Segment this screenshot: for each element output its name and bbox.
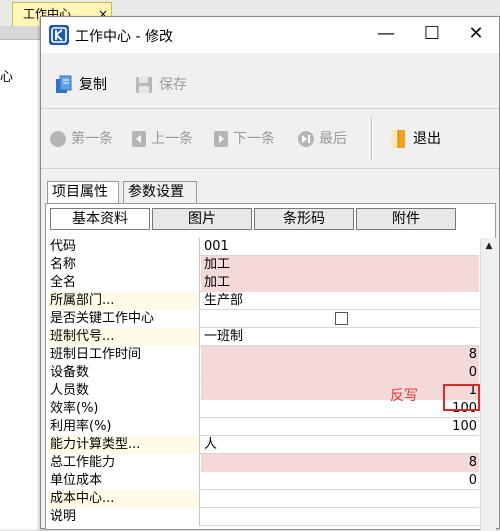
value-efficiency[interactable]: 100	[201, 400, 479, 418]
background-strip	[0, 26, 44, 40]
label-name: 名称	[48, 256, 200, 274]
window-title: 工作中心 - 修改	[75, 29, 173, 45]
subtab-picture[interactable]: 图片	[152, 208, 252, 230]
next-record-label: 下一条	[233, 131, 275, 147]
toolbar-primary: 复制 保存	[41, 53, 499, 109]
label-description: 说明	[48, 508, 200, 526]
value-shift-hours[interactable]: 8	[201, 346, 479, 364]
row-shift-hours: 班制日工作时间 8	[48, 346, 479, 364]
value-code[interactable]: 001	[201, 238, 479, 256]
save-icon	[136, 77, 152, 93]
properties-panel: 基本资料 图片 条形码 附件 代码 001 名称 加工 全名 加工 所属部门..…	[45, 203, 496, 531]
key-work-center-checkbox[interactable]	[335, 312, 348, 325]
value-equipment-count[interactable]: 0	[201, 364, 479, 382]
last-record-button[interactable]: 最后	[297, 127, 347, 151]
label-cost-center: 成本中心...	[48, 490, 200, 508]
vertical-scrollbar[interactable]: ▲	[480, 238, 496, 531]
copy-label: 复制	[79, 77, 107, 93]
label-equipment-count: 设备数	[48, 364, 200, 382]
background-panel	[0, 40, 44, 529]
row-full-name: 全名 加工	[48, 274, 479, 292]
exit-door-icon	[391, 130, 405, 148]
row-unit-cost: 单位成本 0	[48, 472, 479, 490]
value-cost-center[interactable]	[201, 490, 479, 508]
value-utilization[interactable]: 100	[201, 418, 479, 436]
label-total-capacity: 总工作能力	[48, 454, 200, 472]
row-name: 名称 加工	[48, 256, 479, 274]
tab-item-properties[interactable]: 项目属性	[47, 181, 119, 203]
app-logo-icon	[49, 25, 69, 45]
row-shift-code: 班制代号... 一班制	[48, 328, 479, 346]
last-icon	[298, 131, 314, 147]
first-record-label: 第一条	[71, 131, 113, 147]
first-record-button[interactable]: 第一条	[49, 127, 113, 151]
tab-parameter-settings[interactable]: 参数设置	[123, 181, 197, 203]
subtab-basic-info[interactable]: 基本资料	[50, 208, 150, 230]
value-staff-count[interactable]: 1	[201, 382, 479, 400]
row-capacity-type: 能力计算类型... 人	[48, 436, 479, 454]
save-label: 保存	[159, 77, 187, 93]
value-unit-cost[interactable]: 0	[201, 472, 479, 490]
subtab-barcode[interactable]: 条形码	[254, 208, 354, 230]
annotation-highlight-box	[443, 384, 480, 411]
value-shift-code[interactable]: 一班制	[201, 328, 479, 346]
toolbar-navigation: 第一条 上一条 下一条 最后 退出	[41, 109, 499, 169]
row-utilization: 利用率(%) 100	[48, 418, 479, 436]
background-side-text: 心	[0, 70, 14, 85]
save-button[interactable]: 保存	[135, 73, 187, 97]
previous-record-button[interactable]: 上一条	[131, 127, 193, 151]
label-key-work-center: 是否关键工作中心	[48, 310, 200, 328]
value-description[interactable]	[201, 508, 479, 526]
last-record-label: 最后	[319, 131, 347, 147]
annotation-label: 反写	[390, 388, 418, 404]
work-center-dialog: 工作中心 - 修改 — ☐ ✕ 复制 保存 第一条 上一条 下一条 最后 退出 …	[40, 16, 500, 531]
label-shift-code: 班制代号...	[48, 328, 200, 346]
next-icon	[214, 131, 228, 147]
value-department[interactable]: 生产部	[201, 292, 479, 310]
exit-label: 退出	[413, 131, 441, 147]
row-key-work-center: 是否关键工作中心	[48, 310, 479, 328]
value-full-name[interactable]: 加工	[201, 274, 479, 292]
row-total-capacity: 总工作能力 8	[48, 454, 479, 472]
row-cost-center: 成本中心...	[48, 490, 479, 508]
label-department: 所属部门...	[48, 292, 200, 310]
value-name[interactable]: 加工	[201, 256, 479, 274]
maximize-button[interactable]: ☐	[409, 17, 455, 53]
row-department: 所属部门... 生产部	[48, 292, 479, 310]
previous-record-label: 上一条	[151, 131, 193, 147]
label-unit-cost: 单位成本	[48, 472, 200, 490]
row-equipment-count: 设备数 0	[48, 364, 479, 382]
toolbar-separator	[371, 117, 373, 161]
scroll-up-icon[interactable]: ▲	[481, 238, 497, 255]
copy-button[interactable]: 复制	[55, 73, 107, 97]
label-capacity-type: 能力计算类型...	[48, 436, 200, 454]
subtab-attachment[interactable]: 附件	[356, 208, 456, 230]
value-capacity-type[interactable]: 人	[201, 436, 479, 454]
row-description: 说明	[48, 508, 479, 526]
label-code: 代码	[48, 238, 200, 256]
copy-icon	[56, 75, 72, 93]
label-staff-count: 人员数	[48, 382, 200, 400]
label-full-name: 全名	[48, 274, 200, 292]
value-total-capacity[interactable]: 8	[201, 454, 479, 472]
label-shift-hours: 班制日工作时间	[48, 346, 200, 364]
first-icon	[50, 131, 66, 147]
row-code: 代码 001	[48, 238, 479, 256]
label-utilization: 利用率(%)	[48, 418, 200, 436]
previous-icon	[132, 131, 146, 147]
title-bar[interactable]: 工作中心 - 修改 — ☐ ✕	[41, 17, 499, 53]
close-button[interactable]: ✕	[453, 17, 499, 53]
minimize-button[interactable]: —	[363, 17, 409, 53]
next-record-button[interactable]: 下一条	[213, 127, 275, 151]
exit-button[interactable]: 退出	[389, 127, 441, 151]
value-key-work-center	[201, 310, 479, 328]
label-efficiency: 效率(%)	[48, 400, 200, 418]
